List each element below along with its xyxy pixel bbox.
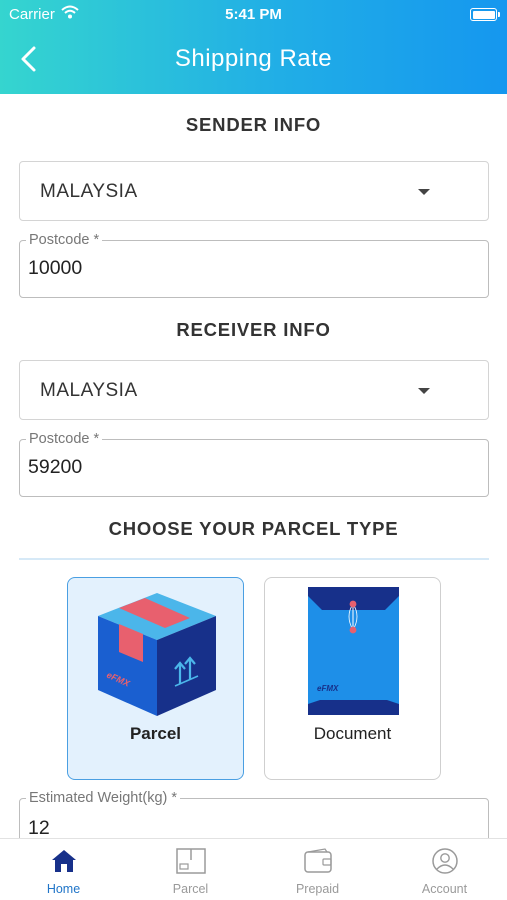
sender-postcode-label: Postcode *	[26, 231, 103, 249]
dropdown-caret-icon	[418, 388, 430, 394]
account-icon	[431, 848, 458, 874]
parcel-type-heading: CHOOSE YOUR PARCEL TYPE	[108, 518, 399, 539]
app-header: Carrier 5:41 PM Shipping Rate	[0, 0, 507, 94]
receiver-country-select[interactable]: MALAYSIA	[19, 360, 489, 420]
status-time: 5:41 PM	[225, 6, 282, 23]
receiver-postcode-field[interactable]: Postcode * 59200	[19, 430, 489, 497]
page-title: Shipping Rate	[174, 45, 333, 72]
home-icon	[51, 850, 76, 872]
tab-home-label: Home	[46, 882, 81, 896]
receiver-country-value: MALAYSIA	[40, 380, 138, 401]
sender-postcode-value: 10000	[28, 257, 83, 279]
status-bar: Carrier 5:41 PM	[0, 0, 507, 28]
sender-info-heading: SENDER INFO	[185, 114, 322, 135]
svg-text:eFMX: eFMX	[317, 684, 339, 693]
sender-country-value: MALAYSIA	[40, 181, 138, 202]
tab-prepaid[interactable]: Prepaid	[254, 839, 381, 900]
tab-home[interactable]: Home	[0, 839, 127, 900]
battery-icon	[470, 8, 500, 21]
wallet-icon	[303, 848, 332, 873]
document-option-label: Document	[313, 724, 392, 743]
parcel-icon	[175, 848, 206, 874]
receiver-info-heading: RECEIVER INFO	[176, 319, 331, 340]
estimated-weight-label: Estimated Weight(kg) *	[26, 789, 181, 807]
parcel-type-card-parcel[interactable]: eFMX Parcel	[67, 577, 244, 780]
parcel-box-icon: eFMX	[98, 593, 216, 716]
sender-postcode-field[interactable]: Postcode * 10000	[19, 231, 489, 298]
bottom-tab-bar: Home Parcel Prepaid Account	[0, 838, 507, 900]
tab-account-label: Account	[421, 882, 468, 896]
sender-country-select[interactable]: MALAYSIA	[19, 161, 489, 221]
receiver-postcode-value: 59200	[28, 456, 83, 478]
document-envelope-icon: eFMX	[308, 587, 399, 715]
parcel-option-label: Parcel	[129, 724, 182, 743]
tab-account[interactable]: Account	[381, 839, 507, 900]
tab-prepaid-label: Prepaid	[295, 882, 340, 896]
receiver-postcode-label: Postcode *	[26, 430, 103, 448]
section-divider	[19, 558, 489, 560]
parcel-type-card-document[interactable]: eFMX Document	[264, 577, 441, 780]
tab-parcel-label: Parcel	[172, 882, 209, 896]
dropdown-caret-icon	[418, 189, 430, 195]
estimated-weight-value: 12	[28, 817, 50, 839]
tab-parcel[interactable]: Parcel	[127, 839, 254, 900]
